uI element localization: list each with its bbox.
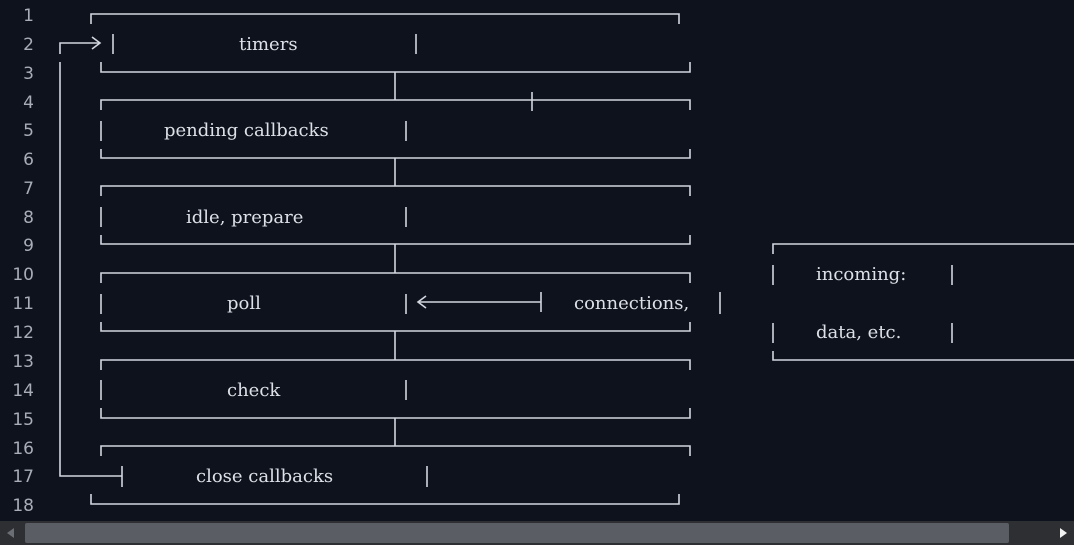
triangle-left-icon[interactable] (0, 521, 22, 545)
close-callbacks-box-outline (90, 445, 691, 505)
poll-label: poll (227, 293, 261, 314)
incoming-label: incoming: (816, 264, 907, 285)
idle-prepare-label: idle, prepare (186, 207, 304, 228)
event-loop-ascii-diagram (59, 13, 1074, 505)
connections-label: connections, (574, 293, 690, 314)
code-editor[interactable]: 1 2 3 4 5 6 7 8 9 10 11 12 13 14 15 16 1… (0, 0, 1074, 545)
timers-box-outline (90, 13, 691, 73)
scrollbar-thumb[interactable] (25, 523, 1009, 543)
check-label: check (227, 380, 281, 401)
data-etc-label: data, etc. (816, 322, 902, 343)
loop-back-arrow (59, 36, 123, 487)
pending-callbacks-label: pending callbacks (164, 120, 329, 141)
close-callbacks-label: close callbacks (196, 466, 334, 487)
horizontal-scrollbar[interactable] (0, 521, 1074, 545)
timers-label: timers (239, 34, 298, 55)
triangle-right-icon[interactable] (1052, 521, 1074, 545)
check-box-outline (100, 359, 691, 419)
